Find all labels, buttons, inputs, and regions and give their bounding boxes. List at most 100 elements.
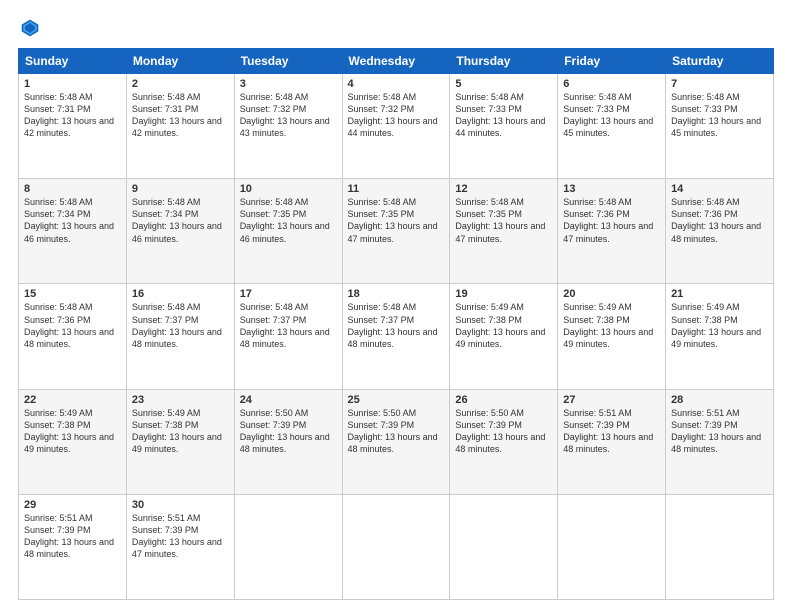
calendar-day-cell: 15 Sunrise: 5:48 AMSunset: 7:36 PMDayligh… xyxy=(19,284,127,389)
day-info: Sunrise: 5:48 AMSunset: 7:36 PMDaylight:… xyxy=(671,197,761,243)
day-number: 19 xyxy=(455,288,552,300)
calendar-day-cell: 20 Sunrise: 5:49 AMSunset: 7:38 PMDayligh… xyxy=(558,284,666,389)
day-number: 8 xyxy=(24,183,121,195)
day-info: Sunrise: 5:50 AMSunset: 7:39 PMDaylight:… xyxy=(240,408,330,454)
weekday-header: Monday xyxy=(126,49,234,74)
day-number: 16 xyxy=(132,288,229,300)
calendar-day-cell: 6 Sunrise: 5:48 AMSunset: 7:33 PMDaylight… xyxy=(558,74,666,179)
calendar-day-cell xyxy=(558,494,666,599)
day-info: Sunrise: 5:48 AMSunset: 7:35 PMDaylight:… xyxy=(240,197,330,243)
calendar-table: SundayMondayTuesdayWednesdayThursdayFrid… xyxy=(18,48,774,600)
day-number: 23 xyxy=(132,394,229,406)
calendar-day-cell: 30 Sunrise: 5:51 AMSunset: 7:39 PMDayligh… xyxy=(126,494,234,599)
calendar-day-cell: 5 Sunrise: 5:48 AMSunset: 7:33 PMDaylight… xyxy=(450,74,558,179)
day-number: 1 xyxy=(24,78,121,90)
day-number: 29 xyxy=(24,499,121,511)
day-number: 14 xyxy=(671,183,768,195)
day-info: Sunrise: 5:49 AMSunset: 7:38 PMDaylight:… xyxy=(455,302,545,348)
calendar-day-cell: 1 Sunrise: 5:48 AMSunset: 7:31 PMDaylight… xyxy=(19,74,127,179)
day-info: Sunrise: 5:48 AMSunset: 7:34 PMDaylight:… xyxy=(24,197,114,243)
day-info: Sunrise: 5:51 AMSunset: 7:39 PMDaylight:… xyxy=(671,408,761,454)
calendar-day-cell xyxy=(342,494,450,599)
day-info: Sunrise: 5:48 AMSunset: 7:31 PMDaylight:… xyxy=(24,92,114,138)
calendar-day-cell: 19 Sunrise: 5:49 AMSunset: 7:38 PMDayligh… xyxy=(450,284,558,389)
calendar-day-cell: 11 Sunrise: 5:48 AMSunset: 7:35 PMDayligh… xyxy=(342,179,450,284)
calendar-day-cell: 21 Sunrise: 5:49 AMSunset: 7:38 PMDayligh… xyxy=(666,284,774,389)
logo xyxy=(18,18,44,38)
calendar-day-cell: 27 Sunrise: 5:51 AMSunset: 7:39 PMDayligh… xyxy=(558,389,666,494)
day-info: Sunrise: 5:51 AMSunset: 7:39 PMDaylight:… xyxy=(24,513,114,559)
weekday-header: Sunday xyxy=(19,49,127,74)
day-number: 10 xyxy=(240,183,337,195)
calendar-day-cell xyxy=(666,494,774,599)
calendar-week-row: 22 Sunrise: 5:49 AMSunset: 7:38 PMDayligh… xyxy=(19,389,774,494)
logo-icon xyxy=(20,18,40,38)
day-info: Sunrise: 5:48 AMSunset: 7:36 PMDaylight:… xyxy=(563,197,653,243)
day-number: 4 xyxy=(348,78,445,90)
day-number: 11 xyxy=(348,183,445,195)
calendar-day-cell: 25 Sunrise: 5:50 AMSunset: 7:39 PMDayligh… xyxy=(342,389,450,494)
calendar-week-row: 15 Sunrise: 5:48 AMSunset: 7:36 PMDayligh… xyxy=(19,284,774,389)
day-number: 3 xyxy=(240,78,337,90)
day-info: Sunrise: 5:48 AMSunset: 7:36 PMDaylight:… xyxy=(24,302,114,348)
calendar-day-cell: 16Sunrise: 5:48 AMSunset: 7:37 PMDayligh… xyxy=(126,284,234,389)
calendar-day-cell: 3 Sunrise: 5:48 AMSunset: 7:32 PMDaylight… xyxy=(234,74,342,179)
day-info: Sunrise: 5:48 AMSunset: 7:31 PMDaylight:… xyxy=(132,92,222,138)
day-number: 13 xyxy=(563,183,660,195)
day-number: 5 xyxy=(455,78,552,90)
day-info: Sunrise: 5:49 AMSunset: 7:38 PMDaylight:… xyxy=(24,408,114,454)
day-number: 17 xyxy=(240,288,337,300)
day-info: Sunrise: 5:48 AMSunset: 7:35 PMDaylight:… xyxy=(455,197,545,243)
day-number: 25 xyxy=(348,394,445,406)
day-info: Sunrise: 5:51 AMSunset: 7:39 PMDaylight:… xyxy=(563,408,653,454)
calendar-day-cell: 13 Sunrise: 5:48 AMSunset: 7:36 PMDayligh… xyxy=(558,179,666,284)
day-info: Sunrise: 5:48 AMSunset: 7:33 PMDaylight:… xyxy=(671,92,761,138)
day-number: 12 xyxy=(455,183,552,195)
calendar-day-cell: 24 Sunrise: 5:50 AMSunset: 7:39 PMDayligh… xyxy=(234,389,342,494)
weekday-header: Friday xyxy=(558,49,666,74)
day-info: Sunrise: 5:48 AMSunset: 7:35 PMDaylight:… xyxy=(348,197,438,243)
calendar-day-cell: 18 Sunrise: 5:48 AMSunset: 7:37 PMDayligh… xyxy=(342,284,450,389)
calendar-day-cell: 14 Sunrise: 5:48 AMSunset: 7:36 PMDayligh… xyxy=(666,179,774,284)
day-info: Sunrise: 5:48 AMSunset: 7:32 PMDaylight:… xyxy=(240,92,330,138)
day-number: 20 xyxy=(563,288,660,300)
calendar-day-cell: 23 Sunrise: 5:49 AMSunset: 7:38 PMDayligh… xyxy=(126,389,234,494)
day-number: 30 xyxy=(132,499,229,511)
weekday-header: Saturday xyxy=(666,49,774,74)
day-info: Sunrise: 5:49 AMSunset: 7:38 PMDaylight:… xyxy=(132,408,222,454)
calendar-day-cell: 17 Sunrise: 5:48 AMSunset: 7:37 PMDayligh… xyxy=(234,284,342,389)
day-number: 15 xyxy=(24,288,121,300)
weekday-header: Wednesday xyxy=(342,49,450,74)
day-number: 18 xyxy=(348,288,445,300)
calendar-day-cell: 8 Sunrise: 5:48 AMSunset: 7:34 PMDaylight… xyxy=(19,179,127,284)
day-info: Sunrise: 5:48 AMSunset: 7:33 PMDaylight:… xyxy=(455,92,545,138)
day-info: Sunrise: 5:48 AMSunset: 7:34 PMDaylight:… xyxy=(132,197,222,243)
day-number: 2 xyxy=(132,78,229,90)
day-number: 24 xyxy=(240,394,337,406)
calendar-week-row: 1 Sunrise: 5:48 AMSunset: 7:31 PMDaylight… xyxy=(19,74,774,179)
page: SundayMondayTuesdayWednesdayThursdayFrid… xyxy=(0,0,792,612)
calendar-day-cell: 4Sunrise: 5:48 AMSunset: 7:32 PMDaylight… xyxy=(342,74,450,179)
day-number: 26 xyxy=(455,394,552,406)
day-info: Sunrise: 5:49 AMSunset: 7:38 PMDaylight:… xyxy=(563,302,653,348)
day-info: Sunrise: 5:48 AMSunset: 7:37 PMDaylight:… xyxy=(348,302,438,348)
day-info: Sunrise: 5:48 AMSunset: 7:33 PMDaylight:… xyxy=(563,92,653,138)
calendar-day-cell xyxy=(234,494,342,599)
day-info: Sunrise: 5:49 AMSunset: 7:38 PMDaylight:… xyxy=(671,302,761,348)
day-info: Sunrise: 5:50 AMSunset: 7:39 PMDaylight:… xyxy=(455,408,545,454)
calendar-week-row: 8 Sunrise: 5:48 AMSunset: 7:34 PMDaylight… xyxy=(19,179,774,284)
day-number: 21 xyxy=(671,288,768,300)
header xyxy=(18,18,774,38)
day-info: Sunrise: 5:48 AMSunset: 7:37 PMDaylight:… xyxy=(240,302,330,348)
day-number: 22 xyxy=(24,394,121,406)
calendar-day-cell: 2 Sunrise: 5:48 AMSunset: 7:31 PMDaylight… xyxy=(126,74,234,179)
day-number: 7 xyxy=(671,78,768,90)
calendar-day-cell: 22 Sunrise: 5:49 AMSunset: 7:38 PMDayligh… xyxy=(19,389,127,494)
day-number: 27 xyxy=(563,394,660,406)
calendar-day-cell: 12 Sunrise: 5:48 AMSunset: 7:35 PMDayligh… xyxy=(450,179,558,284)
day-number: 6 xyxy=(563,78,660,90)
day-info: Sunrise: 5:51 AMSunset: 7:39 PMDaylight:… xyxy=(132,513,222,559)
day-info: Sunrise: 5:50 AMSunset: 7:39 PMDaylight:… xyxy=(348,408,438,454)
calendar-day-cell: 10 Sunrise: 5:48 AMSunset: 7:35 PMDayligh… xyxy=(234,179,342,284)
calendar-week-row: 29 Sunrise: 5:51 AMSunset: 7:39 PMDayligh… xyxy=(19,494,774,599)
